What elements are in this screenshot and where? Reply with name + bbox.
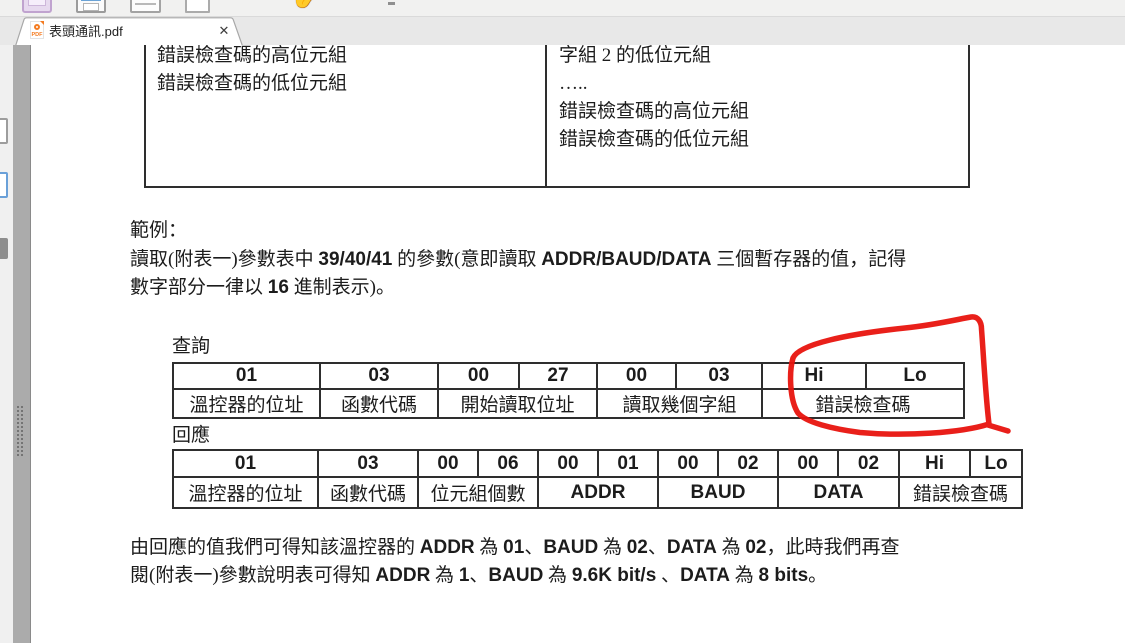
query-byte: 27 xyxy=(519,363,597,389)
tab-close-icon[interactable]: ✕ xyxy=(213,17,235,46)
toolbar: ↶ ↷ ✋ xyxy=(0,0,1125,16)
response-byte: 00 xyxy=(538,450,598,477)
query-field: 讀取幾個字組 xyxy=(597,389,762,418)
query-byte: 01 xyxy=(173,363,320,389)
response-byte: 00 xyxy=(658,450,718,477)
response-byte: Hi xyxy=(899,450,970,477)
response-fields-row: 溫控器的位址 函數代碼 位元組個數 ADDR BAUD DATA 錯誤檢查碼 xyxy=(173,477,1022,508)
nav-panel-icon-2[interactable] xyxy=(0,172,8,198)
response-byte: 01 xyxy=(598,450,658,477)
foxit-pdf-window: { "tab": { "title": "表頭通訊.pdf", "close_g… xyxy=(0,0,1125,643)
response-field: 位元組個數 xyxy=(418,477,538,508)
response-field: 錯誤檢查碼 xyxy=(899,477,1022,508)
nav-panel-icon-3[interactable] xyxy=(0,238,8,259)
navigation-panel-strip xyxy=(0,45,13,643)
query-field: 開始讀取位址 xyxy=(438,389,597,418)
response-label: 回應 xyxy=(172,422,210,450)
query-byte: Lo xyxy=(866,363,964,389)
document-tab[interactable]: PDF 表頭通訊.pdf ✕ xyxy=(14,17,246,46)
byte-format-table: 錯誤檢查碼的高位元組 錯誤檢查碼的低位元組 字組 2 的低位元組 ….. 錯誤檢… xyxy=(144,45,970,188)
undo-icon[interactable]: ↶ xyxy=(220,0,240,9)
blank-page-icon[interactable] xyxy=(185,0,210,13)
response-field: ADDR xyxy=(538,477,658,508)
foxit-swirl-icon xyxy=(34,24,40,30)
panel-splitter[interactable] xyxy=(13,45,31,643)
query-values-row: 01 03 00 27 00 03 Hi Lo xyxy=(173,363,964,389)
closing-paragraph: 由回應的值我們可得知該溫控器的 ADDR 為 01、BAUD 為 02、DATA… xyxy=(130,534,900,590)
splitter-grip-handle[interactable] xyxy=(16,405,24,457)
response-field: BAUD xyxy=(658,477,778,508)
table-cell-right: 字組 2 的低位元組 ….. 錯誤檢查碼的高位元組 錯誤檢查碼的低位元組 xyxy=(559,45,749,154)
response-byte: 06 xyxy=(478,450,538,477)
hand-tool-icon[interactable]: ✋ xyxy=(288,0,320,9)
print-icon[interactable] xyxy=(76,0,106,13)
query-byte: 03 xyxy=(676,363,762,389)
tab-title: 表頭通訊.pdf xyxy=(49,17,123,46)
query-field: 溫控器的位址 xyxy=(173,389,320,418)
response-byte: 01 xyxy=(173,450,318,477)
response-values-row: 01 03 00 06 00 01 00 02 00 02 Hi Lo xyxy=(173,450,1022,477)
response-byte: 02 xyxy=(838,450,899,477)
query-frame-table: 01 03 00 27 00 03 Hi Lo 溫控器的位址 函數代碼 開始讀取… xyxy=(172,362,965,419)
response-field: 函數代碼 xyxy=(318,477,418,508)
redo-icon[interactable]: ↷ xyxy=(255,0,275,9)
query-byte: Hi xyxy=(762,363,866,389)
pdf-page: 錯誤檢查碼的高位元組 錯誤檢查碼的低位元組 字組 2 的低位元組 ….. 錯誤檢… xyxy=(31,45,1125,643)
query-byte: 00 xyxy=(597,363,676,389)
nav-panel-icon-1[interactable] xyxy=(0,118,8,144)
response-frame-table: 01 03 00 06 00 01 00 02 00 02 Hi Lo 溫控器的… xyxy=(172,449,1023,509)
response-byte: 03 xyxy=(318,450,418,477)
response-byte: 02 xyxy=(718,450,778,477)
document-properties-icon[interactable] xyxy=(130,0,161,13)
example-heading: 範例： xyxy=(130,217,187,245)
response-byte: 00 xyxy=(418,450,478,477)
paragraph-line: 由回應的值我們可得知該溫控器的 ADDR 為 01、BAUD 為 02、DATA… xyxy=(130,534,900,562)
response-byte: 00 xyxy=(778,450,838,477)
paragraph-line: 數字部分一律以 16 進制表示)。 xyxy=(130,274,906,302)
response-field: 溫控器的位址 xyxy=(173,477,318,508)
query-byte: 00 xyxy=(438,363,519,389)
response-field: DATA xyxy=(778,477,899,508)
example-paragraph: 讀取(附表一)參數表中 39/40/41 的參數(意即讀取 ADDR/BAUD/… xyxy=(130,246,906,302)
foxit-pdf-file-icon: PDF xyxy=(30,21,44,39)
query-fields-row: 溫控器的位址 函數代碼 開始讀取位址 讀取幾個字組 錯誤檢查碼 xyxy=(173,389,964,418)
save-icon[interactable] xyxy=(22,0,52,13)
table-cell-left: 錯誤檢查碼的高位元組 錯誤檢查碼的低位元組 xyxy=(157,45,347,98)
query-label: 查詢 xyxy=(172,333,210,361)
query-byte: 03 xyxy=(320,363,438,389)
query-field: 函數代碼 xyxy=(320,389,438,418)
tab-bar: PDF 表頭通訊.pdf ✕ xyxy=(0,16,1125,45)
paragraph-line: 閱(附表一)參數說明表可得知 ADDR 為 1、BAUD 為 9.6K bit/… xyxy=(130,562,900,590)
response-byte: Lo xyxy=(970,450,1022,477)
paragraph-line: 讀取(附表一)參數表中 39/40/41 的參數(意即讀取 ADDR/BAUD/… xyxy=(130,246,906,274)
toolbar-partial-item xyxy=(388,2,395,5)
query-field: 錯誤檢查碼 xyxy=(762,389,964,418)
